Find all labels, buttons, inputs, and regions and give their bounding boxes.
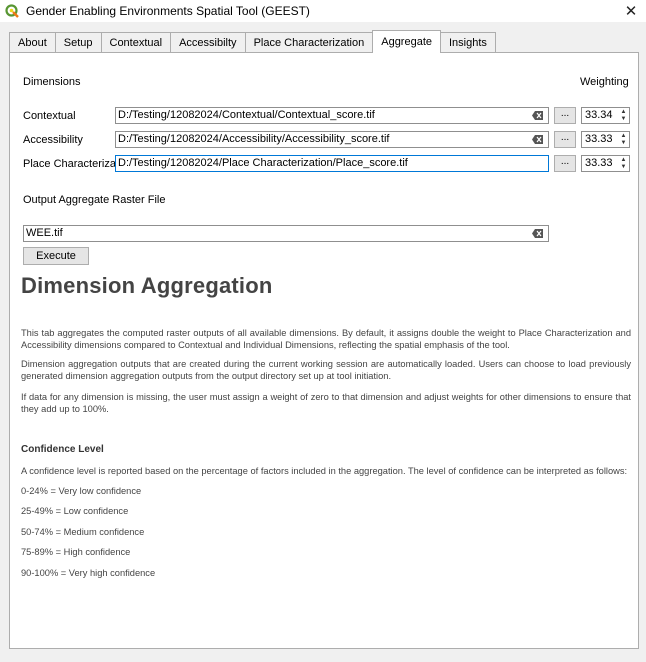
accessibility-weight-spinbox[interactable]: 33.33 ▲ ▼ xyxy=(581,131,630,148)
spin-up-icon[interactable]: ▲ xyxy=(619,133,628,139)
place-characterization-path-value: D:/Testing/12082024/Place Characterizati… xyxy=(118,157,408,169)
close-icon: ✕ xyxy=(624,3,638,20)
contextual-path-input[interactable]: D:/Testing/12082024/Contextual/Contextua… xyxy=(115,107,549,124)
confidence-level-title: Confidence Level xyxy=(21,444,104,455)
tab-insights[interactable]: Insights xyxy=(440,32,496,53)
aggregate-panel: Dimensions Weighting Contextual D:/Testi… xyxy=(9,52,639,649)
output-raster-value: WEE.tif xyxy=(26,227,63,239)
weighting-header: Weighting xyxy=(580,76,629,88)
accessibility-path-value: D:/Testing/12082024/Accessibility/Access… xyxy=(118,133,390,145)
contextual-weight-spinbox[interactable]: 33.34 ▲ ▼ xyxy=(581,107,630,124)
output-raster-input[interactable]: WEE.tif xyxy=(23,225,549,242)
confidence-level-item: 25-49% = Low confidence xyxy=(21,506,129,516)
help-paragraph: Dimension aggregation outputs that are c… xyxy=(21,359,631,381)
spin-up-icon[interactable]: ▲ xyxy=(619,109,628,115)
spin-down-icon[interactable]: ▼ xyxy=(619,140,628,146)
clear-field-icon[interactable] xyxy=(532,229,543,238)
tab-contextual[interactable]: Contextual xyxy=(100,32,172,53)
output-raster-label: Output Aggregate Raster File xyxy=(23,194,166,206)
confidence-level-item: 90-100% = Very high confidence xyxy=(21,568,156,578)
tab-aggregate[interactable]: Aggregate xyxy=(372,30,441,53)
place-characterization-weight-value: 33.33 xyxy=(585,157,613,169)
contextual-browse-button[interactable]: ... xyxy=(554,107,576,124)
help-paragraph: This tab aggregates the computed raster … xyxy=(21,328,631,350)
help-paragraph: If data for any dimension is missing, th… xyxy=(21,392,631,414)
clear-field-icon[interactable] xyxy=(532,111,543,120)
title-bar: Gender Enabling Environments Spatial Too… xyxy=(0,0,646,22)
spin-down-icon[interactable]: ▼ xyxy=(619,116,628,122)
contextual-label: Contextual xyxy=(23,110,76,122)
confidence-intro: A confidence level is reported based on … xyxy=(21,466,628,476)
accessibility-weight-value: 33.33 xyxy=(585,133,613,145)
accessibility-label: Accessibility xyxy=(23,134,83,146)
help-panel: Dimension Aggregation This tab aggregate… xyxy=(20,268,635,644)
place-characterization-weight-spinbox[interactable]: 33.33 ▲ ▼ xyxy=(581,155,630,172)
tab-place-characterization[interactable]: Place Characterization xyxy=(244,32,374,53)
tab-bar: About Setup Contextual Accessibilty Plac… xyxy=(9,30,496,53)
help-heading: Dimension Aggregation xyxy=(21,273,273,298)
contextual-path-value: D:/Testing/12082024/Contextual/Contextua… xyxy=(118,109,375,121)
tab-about[interactable]: About xyxy=(9,32,56,53)
accessibility-browse-button[interactable]: ... xyxy=(554,131,576,148)
tab-accessibility[interactable]: Accessibilty xyxy=(170,32,246,53)
contextual-weight-value: 33.34 xyxy=(585,109,613,121)
accessibility-path-input[interactable]: D:/Testing/12082024/Accessibility/Access… xyxy=(115,131,549,148)
confidence-level-item: 0-24% = Very low confidence xyxy=(21,486,142,496)
clear-field-icon[interactable] xyxy=(532,135,543,144)
confidence-level-item: 50-74% = Medium confidence xyxy=(21,527,145,537)
qgis-icon xyxy=(5,4,19,18)
spin-up-icon[interactable]: ▲ xyxy=(619,157,628,163)
close-button[interactable]: ✕ xyxy=(622,2,640,20)
dimensions-header: Dimensions xyxy=(23,76,81,88)
window-title: Gender Enabling Environments Spatial Too… xyxy=(26,4,310,18)
execute-button[interactable]: Execute xyxy=(23,247,89,265)
spin-down-icon[interactable]: ▼ xyxy=(619,164,628,170)
confidence-level-item: 75-89% = High confidence xyxy=(21,547,131,557)
place-characterization-path-input[interactable]: D:/Testing/12082024/Place Characterizati… xyxy=(115,155,549,172)
place-characterization-browse-button[interactable]: ... xyxy=(554,155,576,172)
tab-setup[interactable]: Setup xyxy=(54,32,102,53)
